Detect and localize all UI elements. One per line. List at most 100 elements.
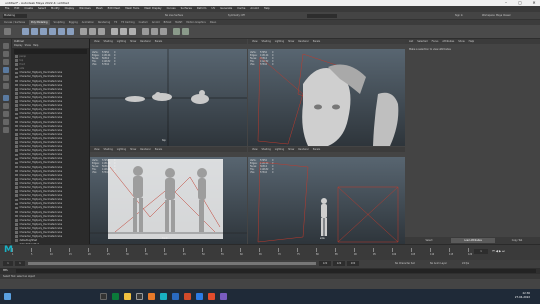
menuset-dropdown[interactable]: Modeling	[3, 14, 27, 18]
outlook-icon[interactable]	[196, 293, 203, 300]
mesh-icon	[15, 149, 18, 152]
four-pane-layout-icon[interactable]	[3, 103, 9, 109]
load-attributes-button[interactable]: Load Attributes	[451, 238, 495, 243]
persp-outliner-layout-icon[interactable]	[3, 119, 9, 125]
mesh-icon	[15, 235, 18, 238]
chrome-icon[interactable]	[208, 293, 215, 300]
viewport-persp[interactable]: View Shading Lighting Show Renderer Panels Ve…	[248, 39, 405, 146]
move-tool-icon[interactable]	[3, 67, 9, 73]
persp-view-models	[257, 53, 399, 146]
uv-editor-icon[interactable]	[182, 28, 189, 35]
live-surface-label[interactable]: No Live Surface	[165, 14, 183, 17]
rotate-tool-icon[interactable]	[3, 75, 9, 81]
settings-gear-icon[interactable]	[4, 28, 11, 35]
blender-icon[interactable]	[148, 293, 155, 300]
bevel-icon[interactable]	[129, 28, 136, 35]
select-tool-icon[interactable]	[3, 43, 9, 49]
character-model-top	[152, 93, 172, 101]
viewport-front[interactable]: View Shading Lighting Show Renderer Panels Ve…	[90, 147, 247, 244]
multi-cut-icon[interactable]	[142, 28, 149, 35]
anim-end-field[interactable]: 120	[333, 261, 345, 266]
torus-icon[interactable]	[58, 28, 65, 35]
symmetry-label[interactable]: Symmetry: Off	[228, 14, 245, 17]
time-tick-mark	[354, 248, 355, 252]
mesh-icon	[15, 137, 18, 140]
unity-icon[interactable]	[136, 293, 143, 300]
smooth-icon[interactable]	[98, 28, 105, 35]
attr-tab-attributes[interactable]: Attributes	[442, 39, 454, 44]
mirror-icon[interactable]	[173, 28, 180, 35]
copy-tab-button[interactable]: Copy Tab	[497, 238, 537, 243]
character-set-dropdown[interactable]: No Character Set	[395, 261, 415, 266]
scale-tool-icon[interactable]	[3, 83, 9, 89]
attr-tab-show[interactable]: Show	[458, 39, 464, 44]
anim-layer-dropdown[interactable]: No Anim Layer	[430, 261, 447, 266]
maya-taskbar-icon[interactable]	[160, 293, 167, 300]
attr-tab-list[interactable]: List	[409, 39, 413, 44]
xbox-icon[interactable]	[112, 293, 119, 300]
windows-start-icon[interactable]	[4, 293, 11, 300]
time-tick-mark	[31, 248, 32, 252]
time-slider[interactable]: 1 5 10 15 20 25 30 35 40 45 50 55 60 65 70 75 80 85 90 95 10…	[0, 244, 540, 260]
mesh-icon	[15, 178, 18, 181]
outliner-menu-display[interactable]: Display	[14, 44, 22, 47]
side-by-side-layout-icon[interactable]	[3, 111, 9, 117]
target-weld-icon[interactable]	[151, 28, 158, 35]
system-clock[interactable]: 22:30 27-04-2022	[515, 292, 530, 300]
mesh-icon	[15, 210, 18, 214]
mesh-icon	[15, 100, 18, 103]
paint-select-icon[interactable]	[3, 59, 9, 65]
reference-plane-outline	[257, 161, 309, 243]
command-input[interactable]	[16, 269, 536, 273]
single-pane-layout-icon[interactable]	[3, 95, 9, 101]
attr-tab-selected[interactable]: Selected	[417, 39, 427, 44]
select-button[interactable]: Select	[409, 238, 449, 243]
teams-icon[interactable]	[220, 293, 227, 300]
time-tick-label: 95	[373, 253, 376, 256]
task-view-icon[interactable]	[100, 293, 107, 300]
time-tick-mark	[316, 248, 317, 252]
cube-icon[interactable]	[31, 28, 38, 35]
search-field[interactable]	[307, 14, 337, 18]
max-frame-field[interactable]: 200	[347, 261, 359, 266]
outliner-row-label: Character_Highpoly_Decimated:cube	[19, 190, 63, 194]
mesh-icon	[15, 133, 18, 136]
outliner-search-input[interactable]	[14, 49, 87, 54]
current-frame-field[interactable]: 1	[474, 249, 488, 254]
range-bar[interactable]	[28, 262, 316, 265]
word-icon[interactable]	[172, 293, 179, 300]
outliner-menu-help[interactable]: Help	[33, 44, 38, 47]
plane-icon[interactable]	[67, 28, 74, 35]
playback-end-field[interactable]: 120	[319, 261, 331, 266]
quad-draw-icon[interactable]	[160, 28, 167, 35]
separate-icon[interactable]	[89, 28, 96, 35]
workspace-dropdown[interactable]: Workspace: Maya Classic	[482, 14, 511, 17]
script-language-label[interactable]: MEL	[3, 269, 8, 273]
layout-icon[interactable]	[3, 127, 9, 133]
powerpoint-icon[interactable]	[184, 293, 191, 300]
anim-start-field[interactable]: 1	[3, 261, 13, 266]
extrude-icon[interactable]	[111, 28, 118, 35]
cone-icon[interactable]	[49, 28, 56, 35]
mesh-icon	[15, 219, 18, 222]
viewport-top[interactable]: View Shading Lighting Show Renderer Panels Ve…	[90, 39, 247, 146]
outliner-menu-show[interactable]: Show	[25, 44, 31, 47]
outliner-list: persp top front side Character_Highpoly_Deci…	[12, 55, 89, 247]
playback-start-field[interactable]: 1	[15, 261, 25, 266]
playback-controls[interactable]: ⏮ ◀ ▶ ⏭	[492, 249, 536, 254]
camera-label: front	[162, 237, 168, 240]
attr-tab-focus[interactable]: Focus	[432, 39, 439, 44]
mesh-icon	[15, 173, 18, 177]
combine-icon[interactable]	[80, 28, 87, 35]
attr-tab-help[interactable]: Help	[469, 39, 474, 44]
file-explorer-icon[interactable]	[124, 293, 131, 300]
outliner-row-label: defaultLightSet	[19, 239, 38, 243]
lasso-tool-icon[interactable]	[3, 51, 9, 57]
fps-dropdown[interactable]: 24 fps	[462, 261, 469, 266]
cylinder-icon[interactable]	[40, 28, 47, 35]
sphere-icon[interactable]	[22, 28, 29, 35]
sign-in-link[interactable]: Sign In	[455, 14, 463, 17]
bridge-icon[interactable]	[120, 28, 127, 35]
time-tick-label: 30	[126, 253, 129, 256]
viewport-side[interactable]: View Shading Lighting Show Renderer Panels Ve…	[248, 147, 405, 244]
